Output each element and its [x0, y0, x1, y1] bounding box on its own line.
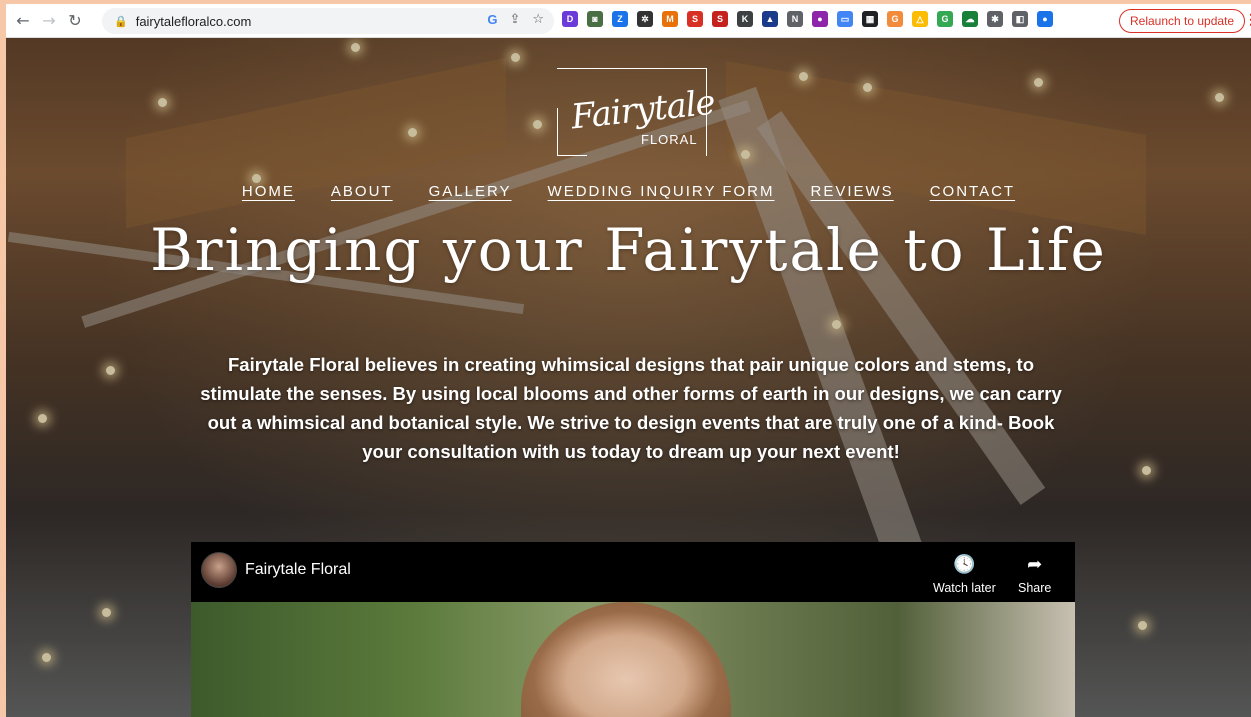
g-green-ext-icon[interactable]: G — [937, 11, 953, 27]
share-label: Share — [1018, 581, 1052, 595]
sidepanel-icon[interactable]: ◧ — [1012, 11, 1028, 27]
video-thumbnail[interactable] — [191, 602, 1075, 717]
k-ext-icon[interactable]: K — [737, 11, 753, 27]
channel-avatar[interactable] — [201, 552, 237, 588]
relaunch-button[interactable]: Relaunch to update — [1119, 9, 1246, 33]
video-embed[interactable]: Fairytale Floral 🕓 Watch later ➦ Share — [191, 542, 1075, 717]
g-orange-ext-icon[interactable]: G — [887, 11, 903, 27]
qr-ext-icon[interactable]: ▦ — [862, 11, 878, 27]
channel-name[interactable]: Fairytale Floral — [245, 561, 351, 579]
share-arrow-icon: ➦ — [1027, 554, 1043, 575]
watch-later-button[interactable]: 🕓 Watch later — [933, 554, 996, 595]
lock-icon: 🔒 — [114, 14, 128, 28]
share-page-icon[interactable]: ⇪ — [509, 12, 520, 27]
hero-title: Bringing your Fairytale to Life — [150, 216, 1107, 284]
nav-wedding-inquiry-form[interactable]: WEDDING INQUIRY FORM — [548, 183, 775, 200]
url-text: fairytalefloralco.com — [135, 13, 252, 29]
video-header: Fairytale Floral 🕓 Watch later ➦ Share — [191, 542, 1075, 602]
watch-later-label: Watch later — [933, 581, 996, 595]
hero-description: Fairytale Floral believes in creating wh… — [200, 354, 1062, 462]
back-icon[interactable]: ← — [10, 8, 36, 34]
browser-toolbar: ← → ↻ 🔒 fairytalefloralco.com G ⇪ ☆ D ◙ Z ✲… — [6, 4, 1251, 38]
address-bar[interactable]: 🔒 fairytalefloralco.com G ⇪ ☆ — [102, 8, 554, 34]
z-ext-icon[interactable]: Z — [612, 11, 628, 27]
nav-home[interactable]: HOME — [242, 183, 295, 200]
person-thumbnail-image — [521, 602, 731, 717]
gear-ext-icon[interactable]: ✲ — [637, 11, 653, 27]
site-logo[interactable]: Fairytale FLORAL — [549, 68, 717, 158]
n-ext-icon[interactable]: N — [787, 11, 803, 27]
nav-gallery[interactable]: GALLERY — [429, 183, 512, 200]
drive-ext-icon[interactable]: △ — [912, 11, 928, 27]
extensions-bar: D ◙ Z ✲ M S S K ▲ N ● ▭ ▦ G △ G ☁ ✱ ◧ ● — [562, 11, 1053, 27]
bookmark-star-icon[interactable]: ☆ — [532, 12, 544, 27]
triangle-ext-icon[interactable]: ▲ — [762, 11, 778, 27]
puzzle-ext-icon[interactable]: ✱ — [987, 11, 1003, 27]
s-ext-icon[interactable]: S — [687, 11, 703, 27]
nav-contact[interactable]: CONTACT — [930, 183, 1015, 200]
profile-avatar[interactable]: ● — [1037, 11, 1053, 27]
circle-ext-icon[interactable]: ● — [812, 11, 828, 27]
cloud-ext-icon[interactable]: ☁ — [962, 11, 978, 27]
nav-reviews[interactable]: REVIEWS — [811, 183, 894, 200]
hero-section: Fairytale FLORAL HOME ABOUT GALLERY WEDD… — [6, 38, 1251, 717]
reload-icon[interactable]: ↻ — [62, 8, 88, 34]
main-nav: HOME ABOUT GALLERY WEDDING INQUIRY FORM … — [6, 183, 1251, 200]
share-button[interactable]: ➦ Share — [1018, 554, 1051, 595]
logo-sub-text: FLORAL — [641, 132, 698, 147]
forward-icon[interactable]: → — [36, 8, 62, 34]
image-ext-icon[interactable]: ◙ — [587, 11, 603, 27]
s-red-ext-icon[interactable]: S — [712, 11, 728, 27]
google-translate-icon[interactable]: G — [487, 12, 497, 27]
nav-about[interactable]: ABOUT — [331, 183, 393, 200]
menu-dots-icon[interactable]: ⋮ — [1244, 11, 1251, 28]
clock-icon: 🕓 — [953, 554, 976, 575]
screen-ext-icon[interactable]: ▭ — [837, 11, 853, 27]
m-ext-icon[interactable]: M — [662, 11, 678, 27]
d-ext-icon[interactable]: D — [562, 11, 578, 27]
